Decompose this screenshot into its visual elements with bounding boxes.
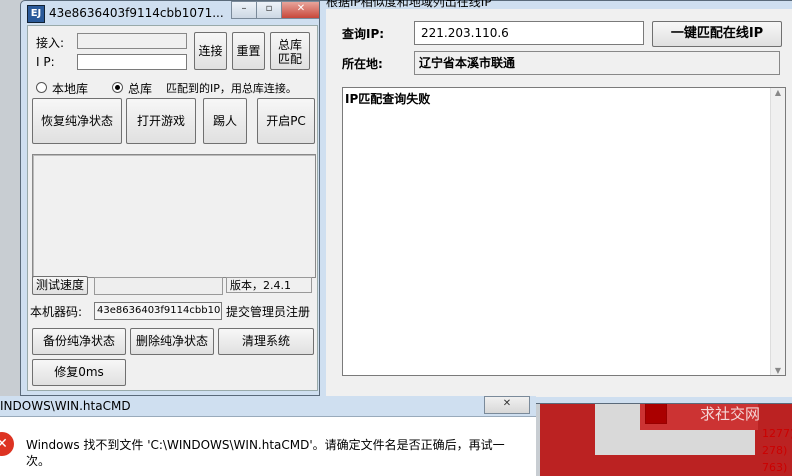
- background-numbers: 1277) 278) 763): [762, 425, 792, 476]
- reset-button[interactable]: 重置: [232, 32, 265, 70]
- local-radio-label: 本地库: [52, 82, 89, 96]
- machine-code-field[interactable]: 43e8636403f9114cbb107: [94, 302, 222, 320]
- repair-button[interactable]: 修复0ms: [32, 359, 126, 386]
- error-dialog: Windows 找不到文件 'C:\WINDOWS\WIN.htaCMD'。请确…: [0, 417, 536, 476]
- close-button[interactable]: ✕: [281, 1, 321, 19]
- ip-label: I P:: [36, 55, 55, 69]
- result-scrollbar[interactable]: ▲ ▼: [770, 88, 785, 375]
- master-match-line1: 总库: [277, 38, 302, 52]
- maximize-button[interactable]: ▫: [256, 1, 282, 19]
- main-client: 接入: I P: 连接 重置 总库 匹配 本地库 总库 匹配到的IP，用总库连接…: [27, 25, 318, 391]
- result-text: IP匹配查询失败: [345, 92, 431, 106]
- submit-admin-link[interactable]: 提交管理员注册: [226, 303, 310, 320]
- minimize-button[interactable]: –: [231, 1, 257, 19]
- match-online-ip-button[interactable]: 一键匹配在线IP: [652, 21, 782, 47]
- master-match-line2: 匹配: [277, 52, 302, 66]
- result-textarea[interactable]: IP匹配查询失败 ▲ ▼: [342, 87, 786, 376]
- main-window: EJ 43e8636403f9114cbb1071... – ▫ ✕ 接入: I…: [20, 0, 324, 396]
- ip-input[interactable]: [77, 54, 187, 70]
- master-match-button[interactable]: 总库 匹配: [270, 32, 310, 70]
- master-radio[interactable]: [112, 82, 123, 93]
- bg-number: 763): [762, 461, 788, 474]
- open-game-button[interactable]: 打开游戏: [126, 98, 196, 144]
- error-message: Windows 找不到文件 'C:\WINDOWS\WIN.htaCMD'。请确…: [26, 438, 505, 468]
- restore-clean-button[interactable]: 恢复纯净状态: [32, 98, 122, 144]
- background-site-text: 求社交网: [700, 405, 761, 423]
- access-input[interactable]: [77, 33, 187, 49]
- test-speed-button[interactable]: 测试速度: [32, 276, 88, 295]
- machine-code-label: 本机器码:: [30, 305, 83, 319]
- bg-number: 278): [762, 444, 788, 457]
- query-ip-label: 查询IP:: [342, 27, 385, 41]
- connect-button[interactable]: 连接: [194, 32, 227, 70]
- error-title-bar[interactable]: INDOWS\WIN.htaCMD ✕: [0, 396, 536, 417]
- delete-clean-button[interactable]: 删除纯净状态: [130, 328, 214, 355]
- location-value: 辽宁省本溪市联通: [414, 51, 780, 75]
- background-icon: [645, 402, 667, 424]
- backup-clean-button[interactable]: 备份纯净状态: [32, 328, 126, 355]
- log-area[interactable]: [32, 154, 316, 278]
- query-ip-input[interactable]: 221.203.110.6: [414, 21, 644, 45]
- bg-number: 1277): [762, 427, 792, 440]
- error-title: INDOWS\WIN.htaCMD: [0, 399, 131, 413]
- app-icon: EJ: [27, 5, 45, 23]
- kick-button[interactable]: 踢人: [203, 98, 247, 144]
- master-radio-label: 总库: [128, 82, 153, 96]
- query-window: 根据IP相似度和地域列出在线IP 查询IP: 221.203.110.6 一键匹…: [319, 0, 792, 404]
- query-client: 查询IP: 221.203.110.6 一键匹配在线IP 所在地: 辽宁省本溪市…: [326, 9, 792, 397]
- title-bar[interactable]: EJ 43e8636403f9114cbb1071... – ▫ ✕: [21, 1, 323, 25]
- location-label: 所在地:: [342, 57, 383, 71]
- version-text: 版本，2.4.1: [226, 277, 312, 293]
- access-label: 接入:: [36, 36, 65, 50]
- hint-text: 匹配到的IP，用总库连接。: [166, 82, 297, 95]
- speed-progress: [94, 277, 223, 295]
- scroll-up-icon[interactable]: ▲: [771, 88, 785, 97]
- clean-system-button[interactable]: 清理系统: [218, 328, 314, 355]
- error-close-button[interactable]: ✕: [484, 396, 530, 414]
- window-title: 43e8636403f9114cbb1071...: [49, 6, 224, 20]
- scroll-down-icon[interactable]: ▼: [771, 366, 785, 375]
- local-radio[interactable]: [36, 82, 47, 93]
- open-pc-button[interactable]: 开启PC: [257, 98, 315, 144]
